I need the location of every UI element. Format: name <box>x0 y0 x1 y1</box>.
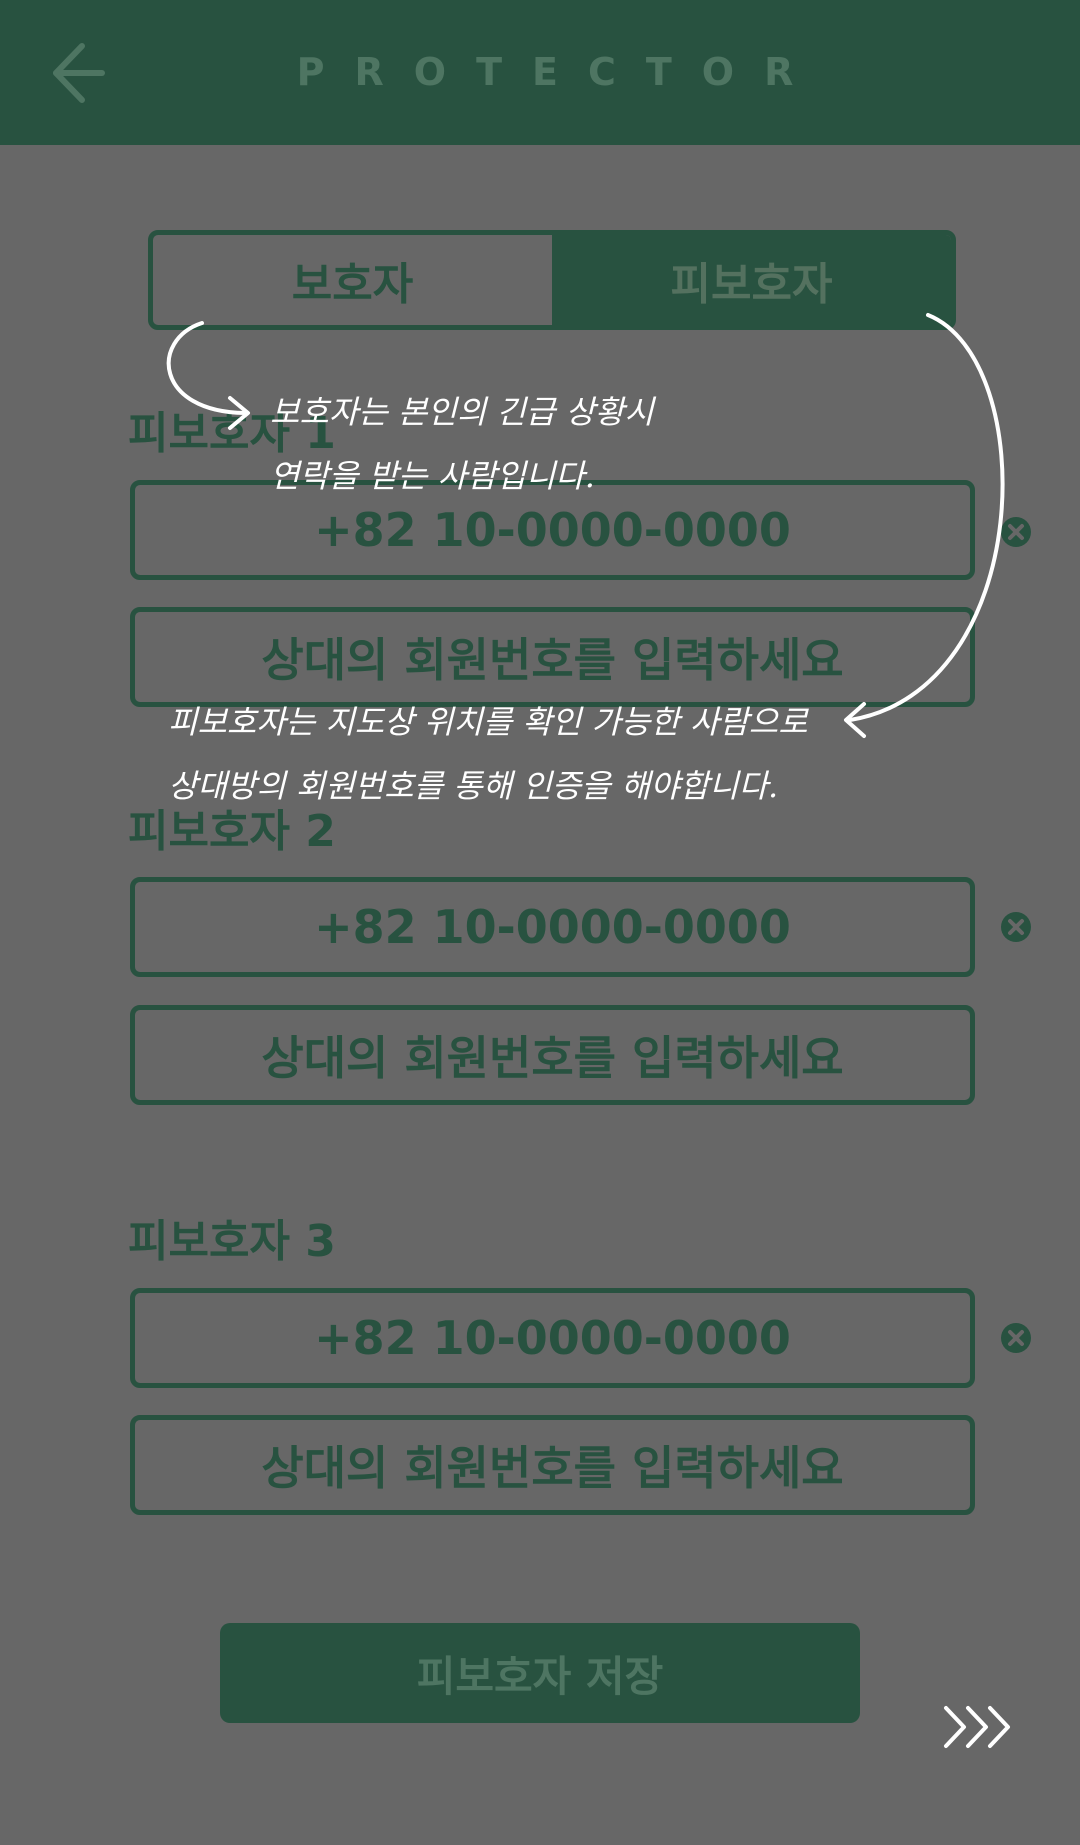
role-tabs: 보호자 피보호자 <box>148 230 956 330</box>
app-title: PROTECTOR <box>296 50 824 94</box>
guardian-note: 보호자는 본인의 긴급 상황시 연락을 받는 사람입니다. <box>270 380 654 508</box>
ward-2-phone-field[interactable]: +82 10-0000-0000 <box>130 877 975 977</box>
ward-3-phone-field[interactable]: +82 10-0000-0000 <box>130 1288 975 1388</box>
close-circle-icon[interactable] <box>1000 1322 1032 1354</box>
tab-guardian[interactable]: 보호자 <box>153 235 552 325</box>
app-header: PROTECTOR <box>0 0 1080 145</box>
save-ward-button[interactable]: 피보호자 저장 <box>220 1623 860 1723</box>
ward-note-line-2: 상대방의 회원번호를 통해 인증을 해야합니다. <box>168 767 779 805</box>
guardian-note-line-2: 연락을 받는 사람입니다. <box>270 457 595 495</box>
chevron-triple-right-icon[interactable] <box>942 1702 1018 1752</box>
ward-3-label: 피보호자 3 <box>128 1216 336 1267</box>
ward-note-line-1: 피보호자는 지도상 위치를 확인 가능한 사람으로 <box>168 703 808 741</box>
ward-2-member-number-input[interactable]: 상대의 회원번호를 입력하세요 <box>130 1005 975 1105</box>
close-circle-icon[interactable] <box>1000 911 1032 943</box>
close-circle-icon[interactable] <box>1000 516 1032 548</box>
tab-ward[interactable]: 피보호자 <box>552 235 951 325</box>
ward-3-member-number-input[interactable]: 상대의 회원번호를 입력하세요 <box>130 1415 975 1515</box>
guardian-note-line-1: 보호자는 본인의 긴급 상황시 <box>270 393 654 431</box>
ward-note: 피보호자는 지도상 위치를 확인 가능한 사람으로 상대방의 회원번호를 통해 … <box>168 690 808 818</box>
